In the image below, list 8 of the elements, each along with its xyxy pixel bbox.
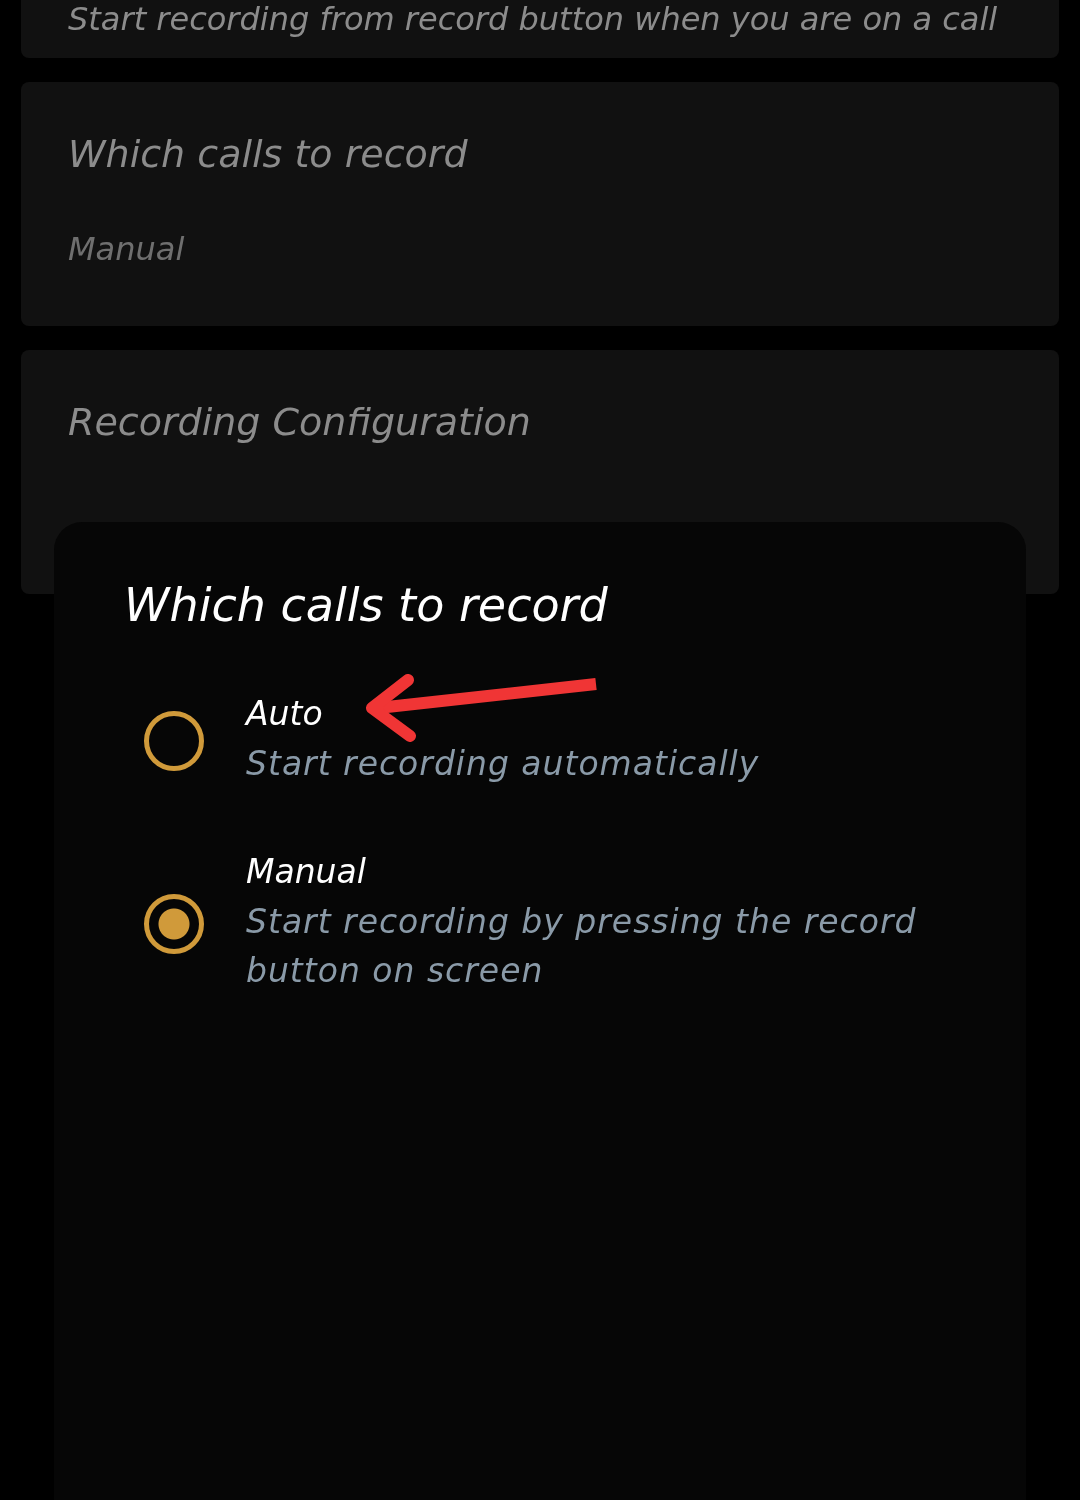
option-description: Start recording by pressing the record button on screen bbox=[246, 901, 918, 992]
option-description: Start recording automatically bbox=[246, 743, 761, 785]
setting-summary: Manual bbox=[68, 230, 186, 268]
setting-title: Start recording from record button when you are on a call bbox=[68, 0, 999, 38]
option-label: Auto bbox=[246, 694, 323, 733]
setting-title: Which calls to record bbox=[68, 132, 469, 176]
setting-title: Recording Configuration bbox=[68, 400, 532, 444]
option-label: Manual bbox=[246, 852, 366, 891]
